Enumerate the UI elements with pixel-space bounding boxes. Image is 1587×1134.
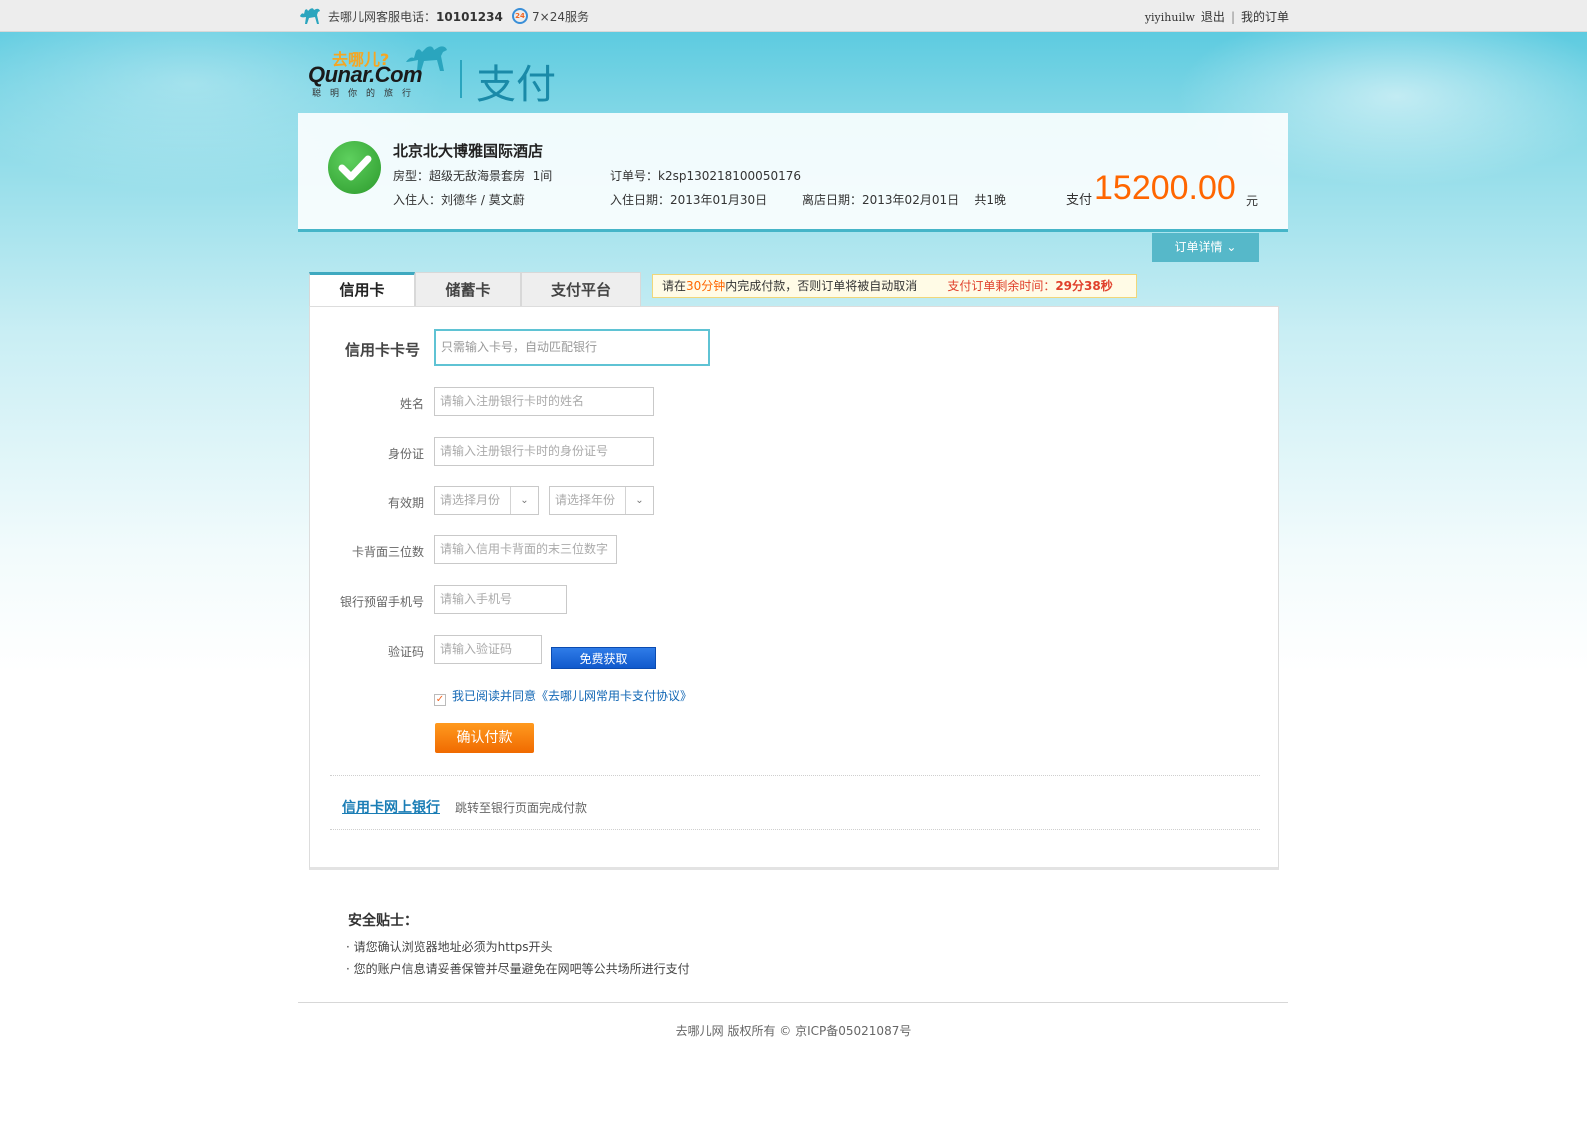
netbank-link[interactable]: 信用卡网上银行 bbox=[342, 797, 440, 817]
countdown-timer: 29分38秒 bbox=[1055, 279, 1113, 293]
checkout-info: 离店日期：2013年02月01日 共1晚 bbox=[802, 191, 1006, 208]
notice-time: 30分钟 bbox=[686, 279, 726, 293]
guest-info: 入住人：刘德华 / 莫文蔚 bbox=[393, 191, 525, 208]
order-number: 订单号：k2sp130218100050176 bbox=[610, 167, 801, 184]
expiry-year-select[interactable]: 请选择年份 ⌄ bbox=[549, 486, 654, 515]
top-bar: 去哪儿网客服电话：10101234 24 7×24服务 yiyihuilw 退出 |… bbox=[0, 0, 1587, 32]
checkin-info: 入住日期：2013年01月30日 bbox=[610, 191, 767, 208]
room-count: 1间 bbox=[532, 169, 553, 183]
order-no-label: 订单号： bbox=[610, 169, 659, 183]
checkout-label: 离店日期： bbox=[802, 193, 863, 207]
nights: 共1晚 bbox=[974, 193, 1007, 207]
chevron-down-icon: ⌄ bbox=[510, 487, 538, 514]
success-check-icon bbox=[328, 141, 381, 194]
verification-code-input[interactable]: 请输入验证码 bbox=[434, 635, 542, 664]
notice-remain-label: 支付订单剩余时间： bbox=[947, 279, 1056, 293]
card-number-input[interactable]: 只需输入卡号，自动匹配银行 bbox=[434, 329, 710, 366]
order-detail-label: 订单详情 bbox=[1174, 240, 1223, 254]
service-hours: 7×24服务 bbox=[532, 10, 589, 24]
year-placeholder: 请选择年份 bbox=[555, 493, 616, 507]
id-label: 身份证 bbox=[387, 447, 424, 461]
tab-debit-card[interactable]: 储蓄卡 bbox=[415, 272, 521, 307]
card-number-label: 信用卡卡号 bbox=[344, 341, 420, 359]
service-24h-icon: 24 bbox=[512, 8, 528, 24]
my-orders-link[interactable]: 我的订单 bbox=[1241, 10, 1289, 24]
guest-names: 刘德华 / 莫文蔚 bbox=[441, 193, 525, 207]
expiry-label: 有效期 bbox=[387, 496, 424, 510]
section-title: 支付 bbox=[476, 62, 556, 108]
checkin-date: 2013年01月30日 bbox=[670, 193, 768, 207]
camel-icon bbox=[300, 8, 320, 24]
logout-link[interactable]: 退出 bbox=[1201, 10, 1225, 24]
security-tip: · 请您确认浏览器地址必须为https开头 bbox=[346, 940, 553, 954]
name-input[interactable]: 请输入注册银行卡时的姓名 bbox=[434, 387, 654, 416]
order-summary: 北京北大博雅国际酒店 房型：超级无敌海景套房 1间 入住人：刘德华 / 莫文蔚 … bbox=[298, 113, 1288, 232]
cvv-label: 卡背面三位数 bbox=[351, 545, 424, 559]
hotline: 去哪儿网客服电话：10101234 bbox=[328, 8, 503, 25]
tab-credit-card[interactable]: 信用卡 bbox=[309, 272, 415, 307]
brand-name: Qunar.Com bbox=[308, 62, 423, 87]
cvv-input[interactable]: 请输入信用卡背面的末三位数字 bbox=[434, 535, 617, 564]
hotline-label: 去哪儿网客服电话： bbox=[328, 10, 437, 24]
order-no-value: k2sp130218100050176 bbox=[658, 169, 801, 183]
room-label: 房型： bbox=[393, 169, 430, 183]
brand-slogan: 聪明你的旅行 bbox=[312, 89, 421, 99]
guest-label: 入住人： bbox=[393, 193, 442, 207]
qunar-logo[interactable]: 去哪儿? Qunar.Com 聪明你的旅行 支付 bbox=[308, 42, 558, 108]
expiry-month-select[interactable]: 请选择月份 ⌄ bbox=[434, 486, 539, 515]
user-links: yiyihuilw 退出 | 我的订单 bbox=[1145, 8, 1289, 25]
confirm-payment-button[interactable]: 确认付款 bbox=[435, 723, 534, 753]
footer-divider bbox=[298, 1002, 1288, 1003]
pay-amount: 15200.00 bbox=[1094, 169, 1236, 207]
divider bbox=[330, 829, 1260, 830]
payment-deadline-notice: 请在30分钟内完成付款，否则订单将被自动取消 支付订单剩余时间：29分38秒 bbox=[652, 274, 1137, 298]
checkout-date: 2013年02月01日 bbox=[862, 193, 960, 207]
pay-currency: 元 bbox=[1246, 194, 1259, 208]
username: yiyihuilw bbox=[1144, 11, 1195, 24]
notice-suffix: 内完成付款，否则订单将被自动取消 bbox=[725, 279, 918, 293]
netbank-description: 跳转至银行页面完成付款 bbox=[455, 801, 588, 815]
logo-divider bbox=[460, 60, 462, 98]
id-number-input[interactable]: 请输入注册银行卡时的身份证号 bbox=[434, 437, 654, 466]
order-detail-button[interactable]: 订单详情 ⌄ bbox=[1152, 233, 1259, 262]
phone-label: 银行预留手机号 bbox=[339, 595, 424, 609]
security-tip: · 您的账户信息请妥善保管并尽量避免在网吧等公共场所进行支付 bbox=[346, 962, 690, 976]
chevron-down-icon: ⌄ bbox=[625, 487, 653, 514]
hotel-name: 北京北大博雅国际酒店 bbox=[393, 142, 544, 160]
name-label: 姓名 bbox=[399, 397, 424, 411]
notice-prefix: 请在 bbox=[662, 279, 687, 293]
get-code-button[interactable]: 免费获取 bbox=[551, 647, 656, 669]
pay-label: 支付 bbox=[1066, 193, 1093, 208]
separator: | bbox=[1230, 10, 1235, 24]
agreement-text[interactable]: 我已阅读并同意《去哪儿网常用卡支付协议》 bbox=[452, 689, 692, 703]
phone-input[interactable]: 请输入手机号 bbox=[434, 585, 567, 614]
code-label: 验证码 bbox=[387, 645, 424, 659]
chevron-down-icon: ⌄ bbox=[1226, 240, 1237, 254]
room-type: 超级无敌海景套房 bbox=[429, 169, 526, 183]
copyright: 去哪儿网 版权所有 © 京ICP备05021087号 bbox=[675, 1024, 912, 1038]
checkin-label: 入住日期： bbox=[610, 193, 671, 207]
security-tips-title: 安全贴士： bbox=[348, 913, 418, 929]
hotline-number: 10101234 bbox=[436, 10, 503, 24]
credit-card-form-panel: 信用卡卡号 只需输入卡号，自动匹配银行 姓名 请输入注册银行卡时的姓名 身份证 … bbox=[309, 306, 1279, 870]
month-placeholder: 请选择月份 bbox=[440, 493, 501, 507]
tab-payment-platform[interactable]: 支付平台 bbox=[521, 272, 641, 307]
divider bbox=[330, 775, 1260, 776]
agree-checkbox[interactable]: ✓ bbox=[434, 694, 446, 706]
agreement[interactable]: ✓ 我已阅读并同意《去哪儿网常用卡支付协议》 bbox=[434, 687, 692, 706]
room-info: 房型：超级无敌海景套房 1间 bbox=[393, 167, 552, 184]
